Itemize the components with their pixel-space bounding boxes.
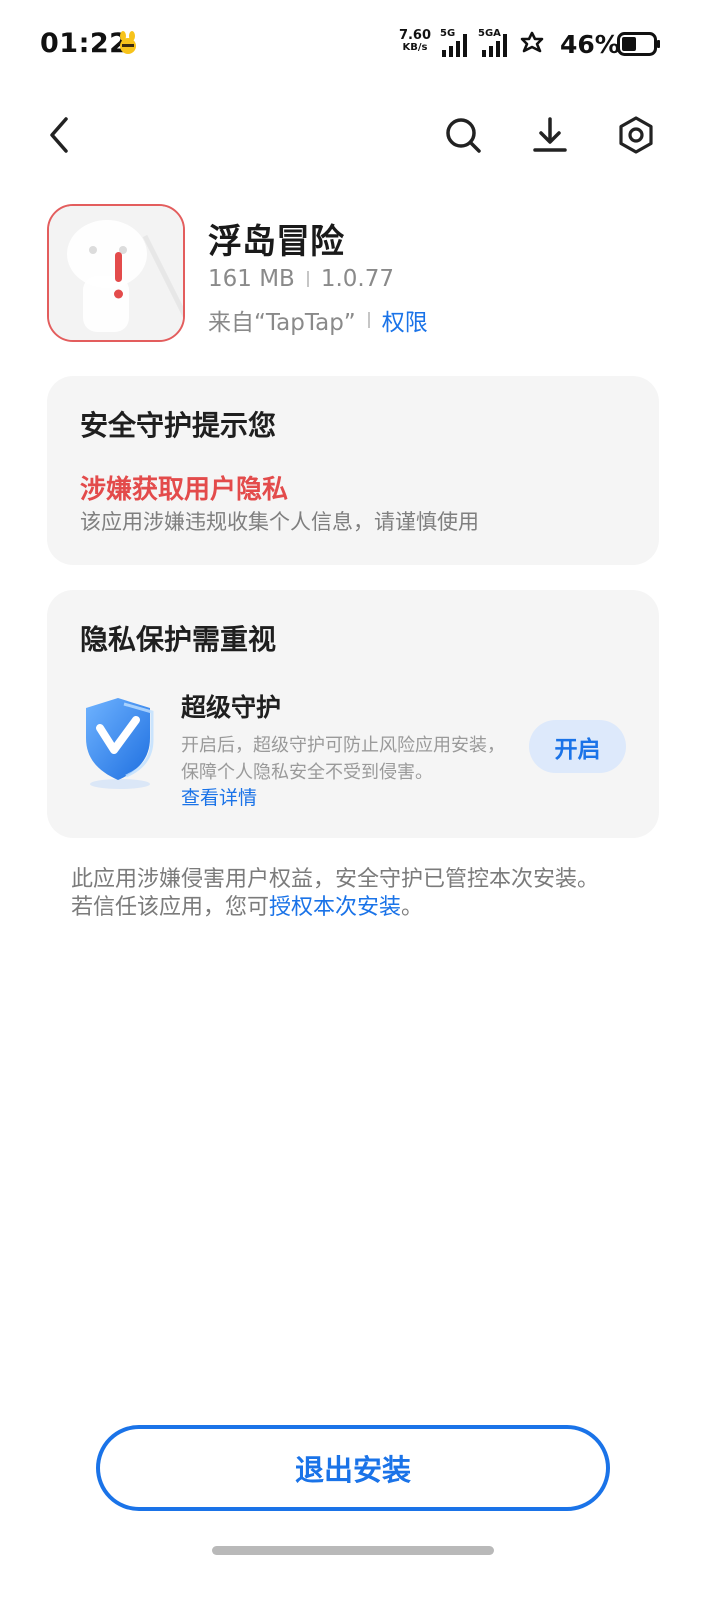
battery-percent: 46% (560, 30, 620, 59)
bee-emoji-icon (116, 30, 140, 56)
home-indicator[interactable] (212, 1546, 494, 1555)
app-size: 161 MB (208, 266, 295, 292)
settings-button[interactable] (613, 112, 659, 158)
search-icon (446, 118, 481, 153)
privacy-protection-card: 隐私保护需重视 超级守护 开启后，超级守护可防止风险应用安装，保障个人隐私安全不… (47, 590, 659, 838)
download-button[interactable] (527, 112, 573, 158)
back-button[interactable] (36, 112, 82, 158)
back-arrow-icon (50, 117, 68, 153)
app-meta: 161 MB 1.0.77 (208, 266, 394, 292)
enable-button[interactable]: 开启 (529, 720, 626, 773)
security-warning-card: 安全守护提示您 涉嫌获取用户隐私 该应用涉嫌违规收集个人信息，请谨慎使用 (47, 376, 659, 565)
notice-line-2-suffix: 。 (401, 895, 424, 920)
divider (306, 271, 309, 287)
flower-icon (518, 30, 546, 58)
signal-icon-2: 5GA (478, 28, 514, 58)
notice-line-1: 此应用涉嫌侵害用户权益，安全守护已管控本次安装。 (71, 867, 600, 892)
notice-line-2: 若信任该应用，您可授权本次安装。 (71, 894, 671, 922)
authorize-install-link[interactable]: 授权本次安装 (269, 895, 401, 920)
exit-install-button[interactable]: 退出安装 (96, 1425, 610, 1511)
privacy-card-title: 隐私保护需重视 (80, 623, 277, 656)
permissions-link[interactable]: 权限 (382, 303, 428, 337)
download-icon (533, 117, 567, 152)
warning-title: 涉嫌获取用户隐私 (80, 475, 289, 505)
feature-description: 开启后，超级守护可防止风险应用安装，保障个人隐私安全不受到侵害。 (181, 735, 505, 783)
app-version: 1.0.77 (320, 266, 394, 292)
settings-hexagon-icon (619, 116, 653, 154)
app-icon (47, 204, 185, 342)
warning-exclamation-icon (115, 252, 122, 282)
feature-title: 超级守护 (181, 693, 282, 722)
app-name: 浮岛冒险 (208, 222, 344, 262)
search-button[interactable] (440, 112, 486, 158)
top-nav (0, 100, 720, 170)
status-bar: 01:22 7.60 KB/s 5G 5GA 46% (0, 0, 720, 90)
shield-icon (80, 690, 160, 790)
app-source: 来自“TapTap” (208, 310, 356, 336)
notice-line-2-prefix: 若信任该应用，您可 (71, 895, 270, 920)
divider (367, 312, 370, 328)
view-details-link[interactable]: 查看详情 (181, 783, 257, 810)
warning-description: 该应用涉嫌违规收集个人信息，请谨慎使用 (80, 510, 479, 534)
install-notice: 此应用涉嫌侵害用户权益，安全守护已管控本次安装。 若信任该应用，您可授权本次安装… (71, 866, 671, 922)
security-card-title: 安全守护提示您 (80, 409, 277, 442)
app-source-row: 来自“TapTap” 权限 (208, 303, 428, 337)
network-speed: 7.60 KB/s (398, 28, 432, 53)
battery-icon (617, 32, 661, 56)
signal-icon-1: 5G (440, 28, 474, 58)
